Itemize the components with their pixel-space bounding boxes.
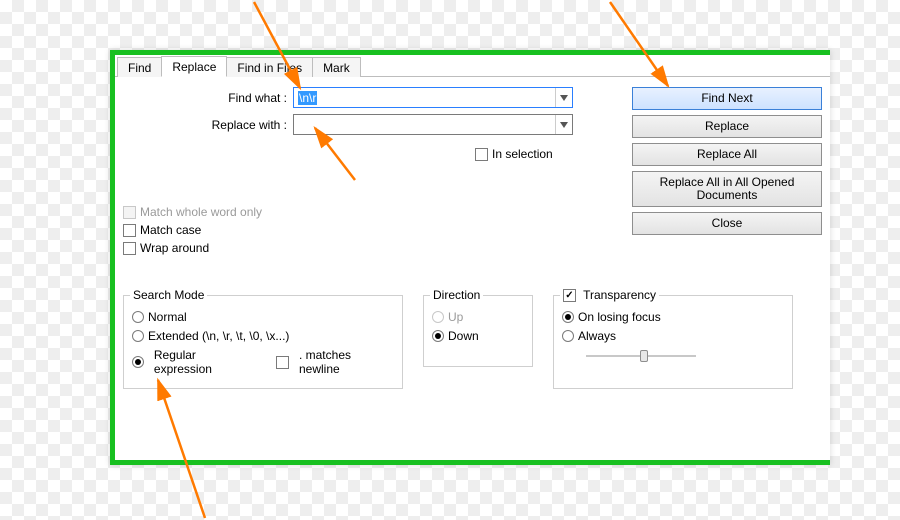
slider-thumb[interactable] <box>640 350 648 362</box>
match-case-option[interactable]: Match case <box>123 223 262 237</box>
replace-with-dropdown[interactable] <box>555 115 572 134</box>
direction-legend: Direction <box>430 288 483 302</box>
match-whole-word-label: Match whole word only <box>140 205 262 219</box>
wrap-around-checkbox[interactable] <box>123 242 136 255</box>
tab-find-in-files[interactable]: Find in Files <box>226 57 313 77</box>
tab-mark[interactable]: Mark <box>312 57 361 77</box>
wrap-around-option[interactable]: Wrap around <box>123 241 262 255</box>
transparency-on-losing-focus[interactable]: On losing focus <box>562 310 784 324</box>
search-mode-regex[interactable]: Regular expression . matches newline <box>132 348 394 376</box>
replace-dialog: Find Replace Find in Files Mark Find wha… <box>110 50 830 465</box>
search-mode-group: Search Mode Normal Extended (\n, \r, \t,… <box>123 295 403 389</box>
match-whole-word-checkbox <box>123 206 136 219</box>
direction-up: Up <box>432 310 524 324</box>
find-what-label: Find what : <box>123 91 293 105</box>
transparency-always[interactable]: Always <box>562 329 784 343</box>
regex-radio[interactable] <box>132 356 144 368</box>
match-whole-word-option: Match whole word only <box>123 205 262 219</box>
direction-group: Direction Up Down <box>423 295 533 367</box>
tab-find[interactable]: Find <box>117 57 162 77</box>
search-mode-extended[interactable]: Extended (\n, \r, \t, \0, \x...) <box>132 329 394 343</box>
always-radio[interactable] <box>562 330 574 342</box>
search-mode-legend: Search Mode <box>130 288 207 302</box>
find-what-dropdown[interactable] <box>555 88 572 107</box>
find-what-value: \n\r <box>298 91 317 105</box>
in-selection-checkbox[interactable] <box>475 148 488 161</box>
transparency-slider[interactable] <box>586 349 696 363</box>
transparency-checkbox[interactable] <box>563 289 576 302</box>
tab-replace[interactable]: Replace <box>161 56 227 77</box>
transparency-group: Transparency On losing focus Always <box>553 295 793 389</box>
transparency-legend: Transparency <box>560 288 659 302</box>
on-losing-focus-radio[interactable] <box>562 311 574 323</box>
button-column: Find Next Replace Replace All Replace Al… <box>632 87 822 240</box>
match-case-checkbox[interactable] <box>123 224 136 237</box>
chevron-down-icon <box>560 95 568 101</box>
search-mode-normal[interactable]: Normal <box>132 310 394 324</box>
tab-bar: Find Replace Find in Files Mark <box>115 55 830 77</box>
find-next-button[interactable]: Find Next <box>632 87 822 110</box>
match-case-label: Match case <box>140 223 201 237</box>
up-radio <box>432 311 444 323</box>
find-what-input[interactable]: \n\r <box>293 87 573 108</box>
replace-all-docs-button[interactable]: Replace All in All Opened Documents <box>632 171 822 207</box>
replace-button[interactable]: Replace <box>632 115 822 138</box>
chevron-down-icon <box>560 122 568 128</box>
down-radio[interactable] <box>432 330 444 342</box>
close-button[interactable]: Close <box>632 212 822 235</box>
direction-down[interactable]: Down <box>432 329 524 343</box>
matches-newline-checkbox[interactable] <box>276 356 289 369</box>
extended-radio[interactable] <box>132 330 144 342</box>
in-selection-label: In selection <box>492 147 553 161</box>
normal-radio[interactable] <box>132 311 144 323</box>
wrap-around-label: Wrap around <box>140 241 209 255</box>
in-selection-option[interactable]: In selection <box>475 147 553 161</box>
replace-all-button[interactable]: Replace All <box>632 143 822 166</box>
replace-with-label: Replace with : <box>123 118 293 132</box>
replace-with-input[interactable] <box>293 114 573 135</box>
match-options: Match whole word only Match case Wrap ar… <box>123 205 262 259</box>
dialog-body: Find what : \n\r Replace with : In selec… <box>115 77 830 460</box>
